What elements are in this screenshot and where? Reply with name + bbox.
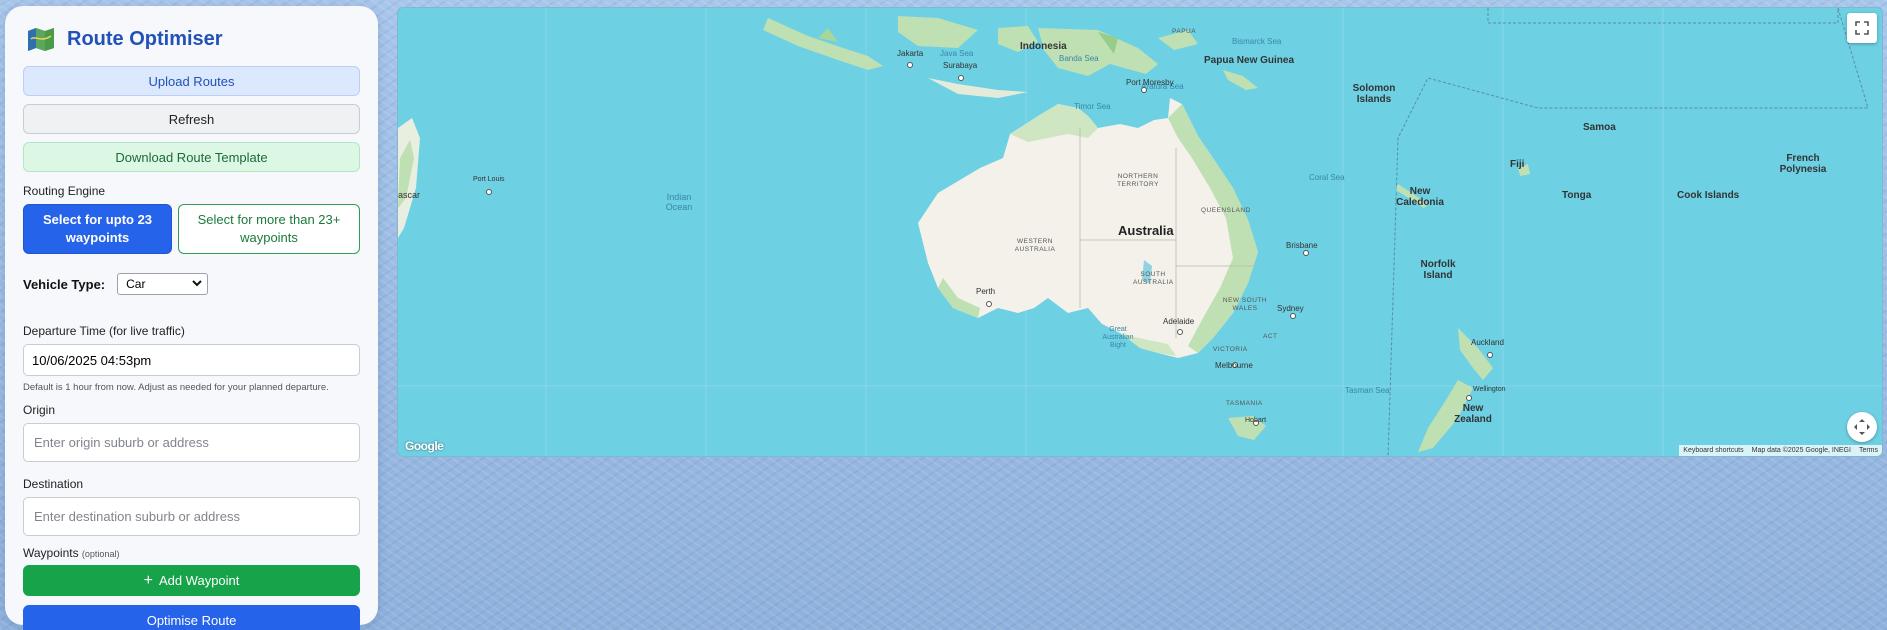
map-label-png: Papua New Guinea [1204,55,1295,66]
map-label-cook: Cook Islands [1677,190,1740,201]
waypoints-label: Waypoints (optional) [23,546,360,560]
route-panel: Route Optimiser Upload Routes Refresh Do… [5,6,378,630]
plus-icon: + [143,571,153,589]
add-waypoint-button[interactable]: + Add Waypoint [23,565,360,596]
map-label-port-moresby: Port Moresby [1126,78,1174,87]
keyboard-shortcuts-link[interactable]: Keyboard shortcuts [1683,447,1743,454]
routing-engine-options: Select for upto 23 waypoints Select for … [23,204,360,254]
map-label-surabaya: Surabaya [943,61,978,70]
google-logo: Google [405,439,444,453]
vehicle-type-row: Vehicle Type: Car [23,272,360,296]
app-title: Route Optimiser [67,27,223,50]
refresh-button[interactable]: Refresh [23,104,360,134]
map-label-perth: Perth [976,287,996,296]
map-label-great-bight: Great Australian Bight [1102,326,1134,349]
map-label-samoa: Samoa [1583,122,1616,133]
camera-control-icon[interactable] [1847,412,1877,442]
map-label-norfolk: Norfolk Island [1420,259,1456,281]
chevron-down-icon [192,279,202,290]
origin-label: Origin [23,403,56,417]
map-label-wellington: Wellington [1473,386,1506,393]
destination-label: Destination [23,477,84,491]
origin-input[interactable]: Enter origin suburb or address [23,423,360,462]
map-label-port-louis: Port Louis [473,176,505,183]
departure-hint: Default is 1 hour from now. Adjust as ne… [23,382,329,393]
map-label-java-sea: Java Sea [940,49,974,58]
map-label-nsw: NEW SOUTH WALES [1222,297,1268,312]
vehicle-type-value: Car [126,277,146,291]
map-label-auckland: Auckland [1471,338,1504,347]
map-label-australia: Australia [1118,223,1174,238]
engine-option-upto-23[interactable]: Select for upto 23 waypoints [23,204,172,254]
waypoints-optional: (optional) [81,549,120,559]
map-label-nt: NORTHERN TERRITORY [1117,173,1159,188]
map-label-wa: WESTERN AUSTRALIA [1014,238,1056,253]
departure-time-value: 10/06/2025 04:53pm [32,352,152,368]
map-label-brisbane: Brisbane [1286,241,1318,250]
waypoints-label-text: Waypoints [23,546,79,560]
map-label-tas: TASMANIA [1226,400,1263,407]
map-label-papua: PAPUA [1172,28,1197,35]
map-label-qld: QUEENSLAND [1201,207,1251,214]
map-footer: Keyboard shortcuts Map data ©2025 Google… [1679,445,1882,456]
map-label-tonga: Tonga [1562,190,1592,201]
map-label-new-caledonia: New Caledonia [1396,186,1444,208]
map-label-vic: VICTORIA [1213,346,1248,353]
add-waypoint-label: Add Waypoint [158,573,240,588]
routing-engine-label: Routing Engine [23,184,106,198]
map-label-french-polynesia: French Polynesia [1779,153,1827,175]
map-label-jakarta: Jakarta [897,49,924,58]
engine-option-more-than-23[interactable]: Select for more than 23+ waypoints [178,204,360,254]
map-label-fiji: Fiji [1510,159,1525,170]
map-label-hobart: Hobart [1245,417,1267,424]
map-label-tasman-sea: Tasman Sea [1345,386,1390,395]
map-data-attribution: Map data ©2025 Google, INEGI [1751,447,1851,454]
map-label-new-zealand: New Zealand [1454,403,1492,425]
map-view[interactable]: Indonesia Papua New Guinea Solomon Islan… [397,7,1883,457]
app-header: Route Optimiser [23,24,360,54]
origin-placeholder: Enter origin suburb or address [34,435,209,450]
map-label-indian-ocean: Indian Ocean [665,192,693,212]
map-label-sa: SOUTH AUSTRALIA [1133,271,1174,286]
map-label-bismarck-sea: Bismarck Sea [1232,37,1282,46]
destination-placeholder: Enter destination suburb or address [34,509,240,524]
map-label-act: ACT [1263,333,1278,340]
departure-time-label: Departure Time (for live traffic) [23,324,185,338]
destination-input[interactable]: Enter destination suburb or address [23,497,360,536]
map-label-coral-sea: Coral Sea [1309,173,1345,182]
map-icon [27,27,55,51]
map-label-solomon: Solomon Islands [1352,83,1396,105]
optimise-route-button[interactable]: Optimise Route [23,605,360,630]
terms-link[interactable]: Terms [1859,447,1878,454]
fullscreen-icon[interactable] [1847,13,1877,43]
map-label-indonesia: Indonesia [1020,41,1067,52]
download-template-button[interactable]: Download Route Template [23,142,360,172]
map-label-sydney: Sydney [1277,304,1304,313]
vehicle-type-label: Vehicle Type: [23,276,106,292]
departure-time-input[interactable]: 10/06/2025 04:53pm [23,344,360,376]
map-label-adelaide: Adelaide [1163,317,1195,326]
map-label-banda-sea: Banda Sea [1059,54,1099,63]
vehicle-type-select[interactable]: Car [117,273,209,295]
map-label-timor-sea: Timor Sea [1074,102,1111,111]
upload-routes-button[interactable]: Upload Routes [23,66,360,96]
map-label-melbourne: Melbourne [1215,361,1253,370]
map-label-madagascar: ascar [398,190,421,200]
